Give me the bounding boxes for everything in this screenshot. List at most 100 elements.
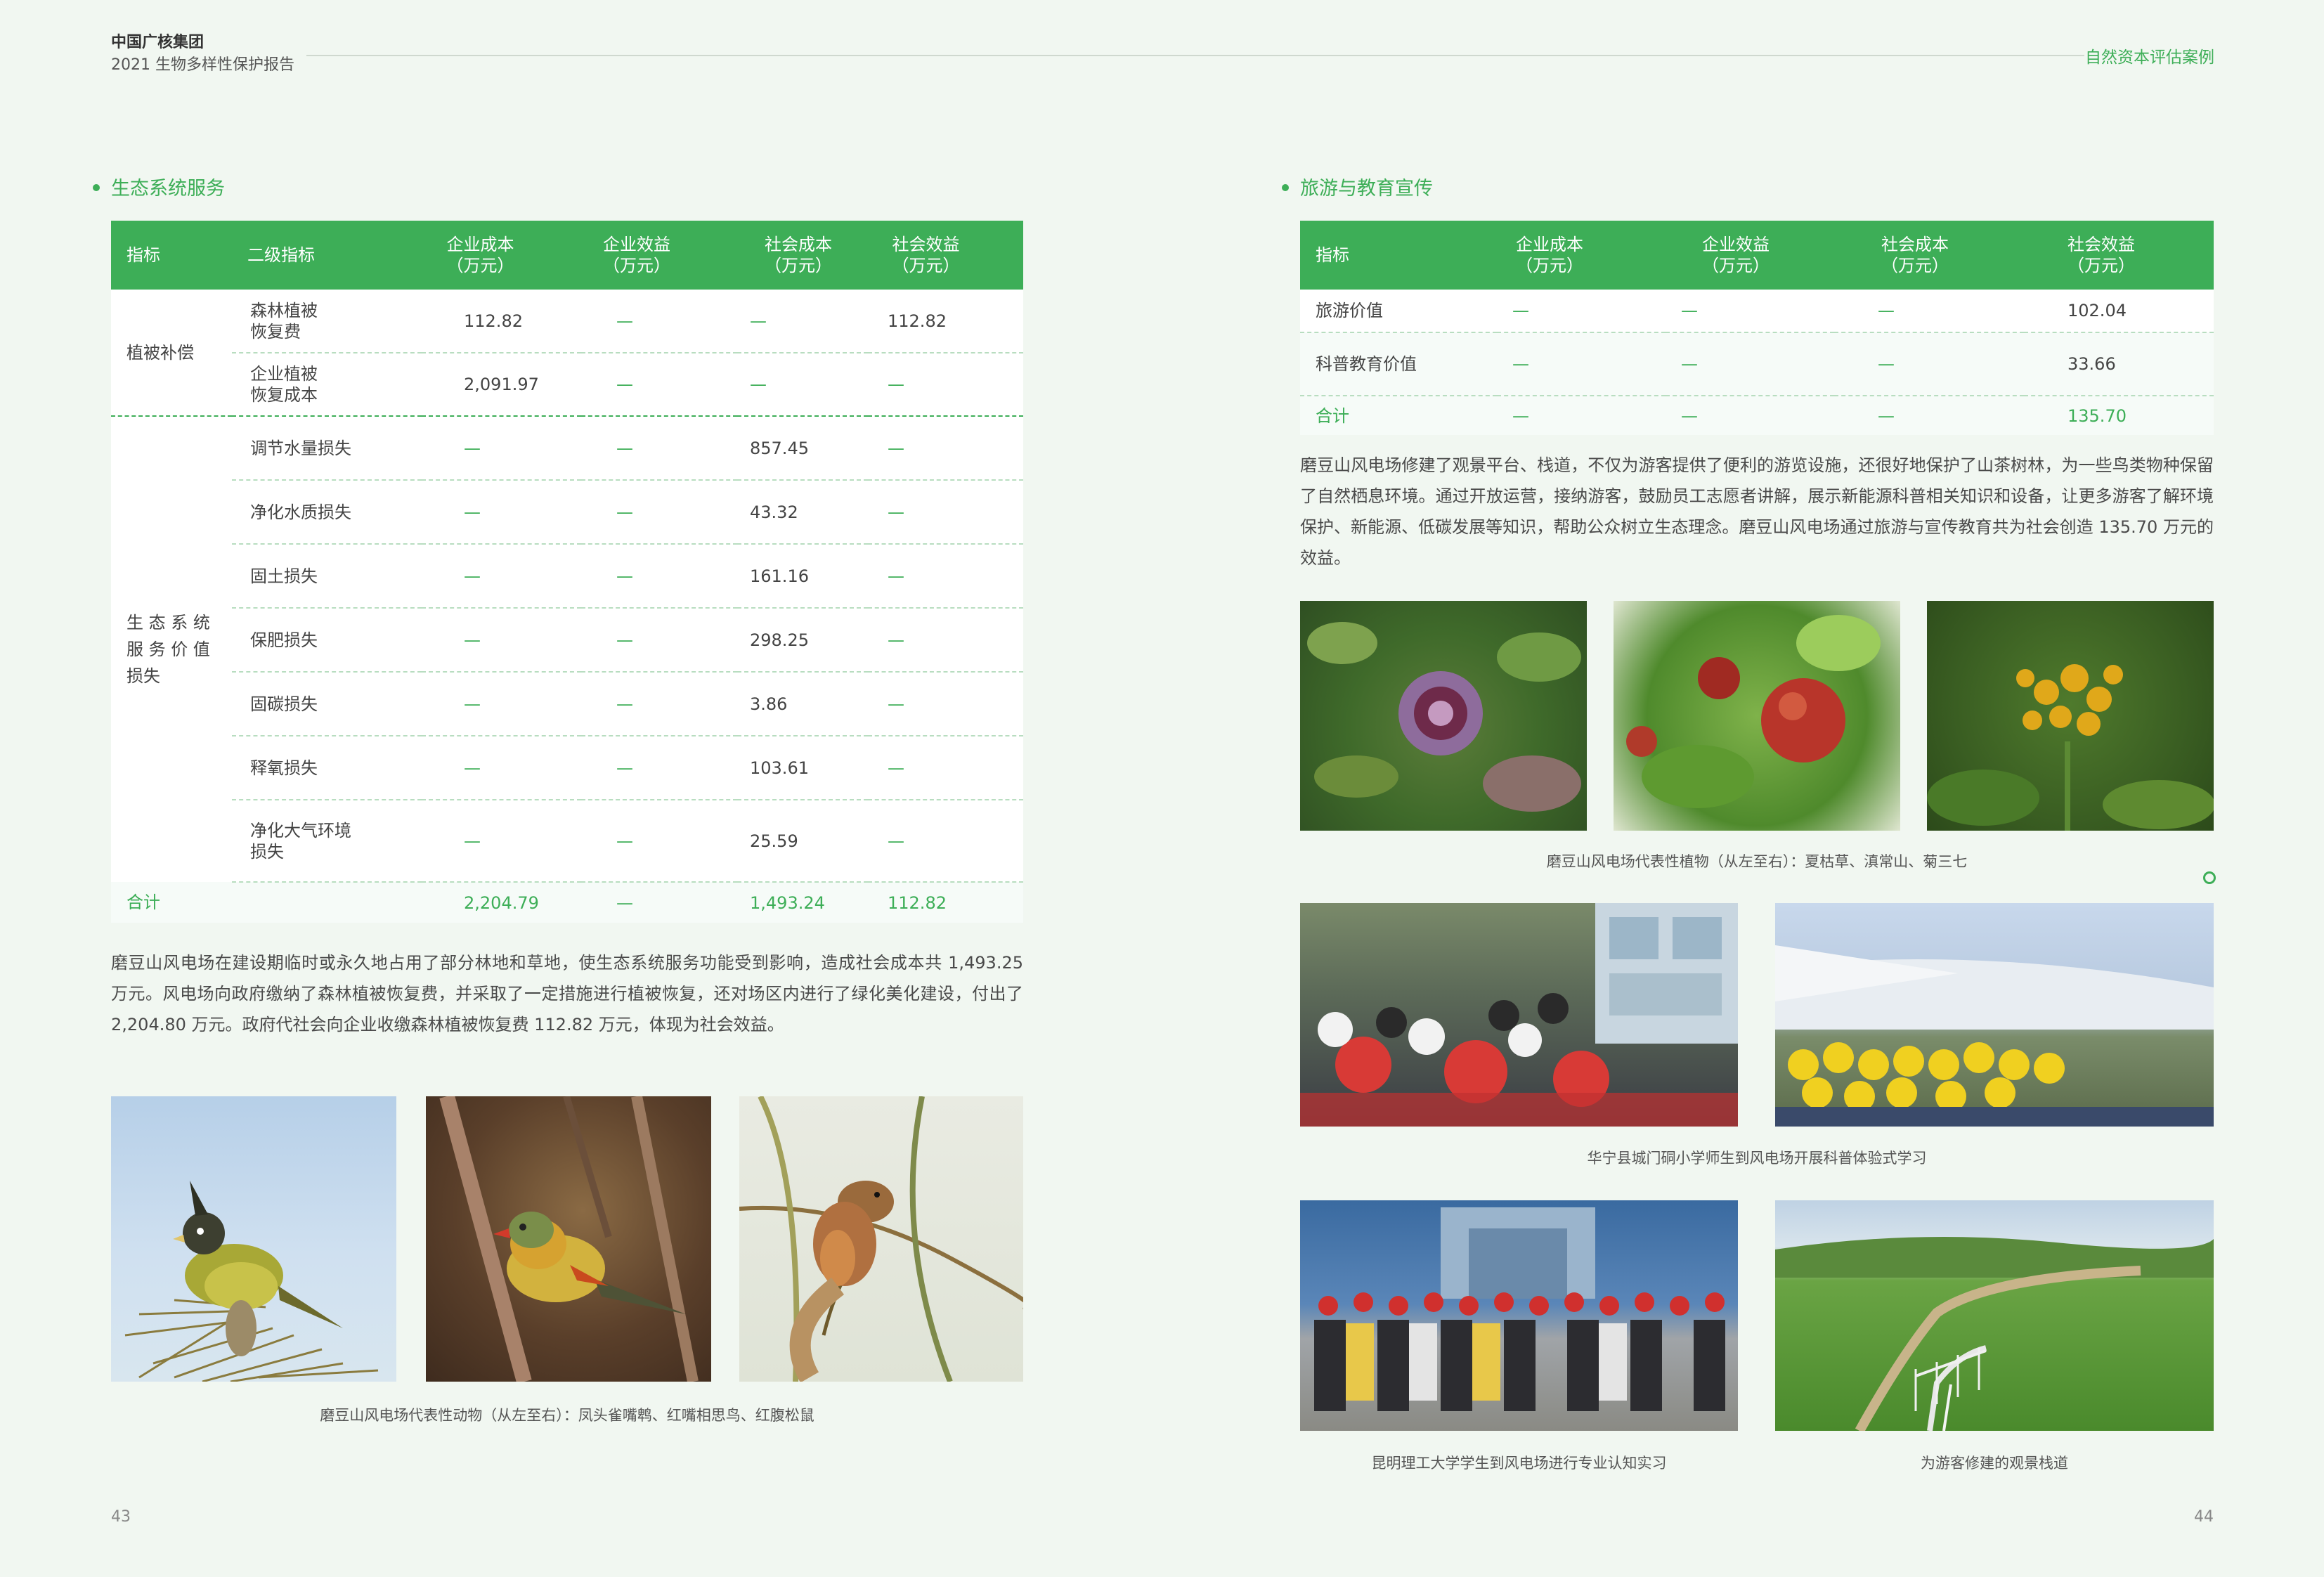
row-label: 释氧损失 bbox=[232, 736, 422, 800]
empty-cell bbox=[232, 882, 422, 923]
cell: — bbox=[868, 736, 1023, 800]
col-header: 二级指标 bbox=[232, 221, 422, 290]
trail-caption: 为游客修建的观景栈道 bbox=[1921, 1455, 2068, 1472]
row-label: 合计 bbox=[111, 882, 232, 923]
squirrel-illustration-icon bbox=[739, 1096, 1023, 1382]
table-row: 企业植被 恢复成本 2,091.97 — — — bbox=[111, 353, 1023, 417]
section-title-tourism: 旅游与教育宣传 bbox=[1282, 173, 1433, 200]
cell: 135.70 bbox=[2024, 396, 2214, 435]
cell: — bbox=[581, 672, 737, 736]
cell: — bbox=[1666, 290, 1834, 333]
cell: — bbox=[1497, 332, 1666, 396]
plants-caption: 磨豆山风电场代表性植物（从左至右）：夏枯草、滇常山、菊三七 bbox=[1546, 853, 1968, 870]
table-row: 生 态 系 统 服 务 价 值 损失 调节水量损失 — — 857.45 — bbox=[111, 416, 1023, 882]
cell: — bbox=[581, 544, 737, 609]
row-label: 旅游价值 bbox=[1300, 290, 1497, 333]
row-label: 净化水质损失 bbox=[232, 480, 422, 545]
photo-red-billed-leiothrix bbox=[426, 1096, 711, 1382]
group-label: 生 态 系 统 服 务 价 值 损失 bbox=[111, 416, 232, 882]
cell: — bbox=[737, 353, 868, 417]
row-label: 净化大气环境 损失 bbox=[232, 800, 422, 883]
table-row: 净化大气环境 损失 — — 25.59 — bbox=[111, 800, 1023, 883]
section-title-ecosystem: 生态系统服务 bbox=[93, 173, 225, 200]
cell: — bbox=[422, 608, 581, 673]
table-total-row: 合计 — — — 135.70 bbox=[1300, 396, 2214, 435]
cell: 1,493.24 bbox=[737, 882, 868, 923]
col-header: 指标 bbox=[111, 221, 232, 290]
cell: — bbox=[868, 544, 1023, 609]
cell: — bbox=[581, 608, 737, 673]
group-illustration-icon bbox=[1314, 1207, 1725, 1411]
animals-caption: 磨豆山风电场代表性动物（从左至右）：凤头雀嘴鹎、红嘴相思鸟、红腹松鼠 bbox=[320, 1407, 814, 1424]
table-row: 旅游价值 — — — 102.04 bbox=[1300, 290, 2214, 333]
header-report-title: 2021 生物多样性保护报告 bbox=[111, 56, 294, 74]
cell: — bbox=[1834, 332, 2024, 396]
table-row: 固碳损失 — — 3.86 — bbox=[111, 672, 1023, 736]
cell: — bbox=[1497, 396, 1666, 435]
tourism-education-table: 指标 企业成本 （万元） 企业效益 （万元） 社会成本 （万元） 社会效益 （万… bbox=[1300, 221, 2214, 435]
cell: — bbox=[1666, 332, 1834, 396]
photo-university-group bbox=[1300, 1200, 1738, 1431]
page-number-right: 44 bbox=[2194, 1508, 2214, 1526]
cell: 857.45 bbox=[737, 416, 868, 481]
flower-illustration-icon bbox=[1307, 622, 1581, 812]
table-row: 净化水质损失 — — 43.32 — bbox=[111, 480, 1023, 545]
table-header-row: 指标 二级指标 企业成本 （万元） 企业效益 （万元） 社会成本 （万元） 社会… bbox=[111, 221, 1023, 290]
cell: — bbox=[1834, 290, 2024, 333]
cell: 103.61 bbox=[737, 736, 868, 800]
cell: — bbox=[581, 480, 737, 545]
cell: — bbox=[1666, 396, 1834, 435]
col-header: 社会效益 （万元） bbox=[2024, 221, 2214, 290]
cell: — bbox=[422, 800, 581, 883]
cell: — bbox=[868, 672, 1023, 736]
cell: — bbox=[581, 353, 737, 417]
col-header: 企业成本 （万元） bbox=[422, 221, 581, 290]
table-header-row: 指标 企业成本 （万元） 企业效益 （万元） 社会成本 （万元） 社会效益 （万… bbox=[1300, 221, 2214, 290]
cell: 25.59 bbox=[737, 800, 868, 883]
cell: 2,204.79 bbox=[422, 882, 581, 923]
col-header: 指标 bbox=[1300, 221, 1497, 290]
photo-viewing-trail bbox=[1775, 1200, 2214, 1431]
flower-illustration-icon bbox=[1927, 664, 2214, 831]
cell: — bbox=[1497, 290, 1666, 333]
cell: — bbox=[868, 480, 1023, 545]
photo-students-turbine bbox=[1775, 903, 2214, 1127]
row-label: 合计 bbox=[1300, 396, 1497, 435]
decorative-ring-icon bbox=[2203, 871, 2216, 884]
cell: 112.82 bbox=[868, 882, 1023, 923]
col-header: 社会成本 （万元） bbox=[737, 221, 868, 290]
cell: — bbox=[581, 416, 737, 481]
cell: — bbox=[868, 800, 1023, 883]
cell: — bbox=[868, 416, 1023, 481]
bird-illustration-icon bbox=[439, 1096, 699, 1382]
table-row: 植被补偿 森林植被 恢复费 112.82 — — 112.82 bbox=[111, 290, 1023, 417]
cell: — bbox=[868, 608, 1023, 673]
cell: 112.82 bbox=[868, 290, 1023, 353]
cell: 3.86 bbox=[737, 672, 868, 736]
cell: — bbox=[581, 290, 737, 353]
group-label: 植被补偿 bbox=[111, 290, 232, 417]
cell: 33.66 bbox=[2024, 332, 2214, 396]
students-illustration-icon bbox=[1300, 903, 1738, 1127]
cell: 298.25 bbox=[737, 608, 868, 673]
header-divider bbox=[306, 55, 2084, 56]
cell: — bbox=[1834, 396, 2024, 435]
tourism-paragraph: 磨豆山风电场修建了观景平台、栈道，不仅为游客提供了便利的游览设施，还很好地保护了… bbox=[1300, 455, 2214, 568]
table-row: 固土损失 — — 161.16 — bbox=[111, 544, 1023, 609]
cell: 161.16 bbox=[737, 544, 868, 609]
trail-illustration-icon bbox=[1775, 1237, 2214, 1431]
cell: 112.82 bbox=[422, 290, 581, 353]
row-label: 固土损失 bbox=[232, 544, 422, 609]
photo-gynura-japonica bbox=[1927, 601, 2214, 831]
header-section-name: 自然资本评估案例 bbox=[2085, 48, 2214, 67]
photo-red-bellied-squirrel bbox=[739, 1096, 1023, 1382]
photo-students-learning bbox=[1300, 903, 1738, 1127]
ecosystem-paragraph: 磨豆山风电场在建设期临时或永久地占用了部分林地和草地，使生态系统服务功能受到影响… bbox=[111, 953, 1023, 1034]
cell: — bbox=[422, 416, 581, 481]
photo-clerodendrum-yunnanense bbox=[1614, 601, 1900, 831]
bullet-dot-icon bbox=[1282, 183, 1289, 191]
cell: — bbox=[422, 736, 581, 800]
col-header: 社会成本 （万元） bbox=[1834, 221, 2024, 290]
row-label: 科普教育价值 bbox=[1300, 332, 1497, 396]
ecosystem-services-table: 指标 二级指标 企业成本 （万元） 企业效益 （万元） 社会成本 （万元） 社会… bbox=[111, 221, 1023, 923]
